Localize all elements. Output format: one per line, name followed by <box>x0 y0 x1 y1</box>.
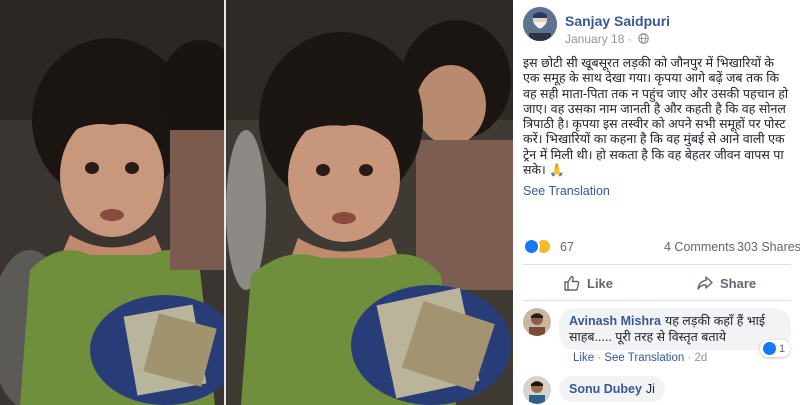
comment-reaction-badge[interactable]: 1 <box>760 340 791 357</box>
comment-bubble: Sonu Dubey Ji <box>559 376 665 402</box>
author-name[interactable]: Sanjay Saidpuri <box>565 13 670 29</box>
like-reaction-icon <box>523 238 540 255</box>
photo-panel-left <box>0 0 224 405</box>
author-avatar[interactable] <box>523 7 557 41</box>
girl-photo-right <box>226 0 513 405</box>
comment-age[interactable]: 2d <box>695 352 708 364</box>
divider <box>523 264 791 265</box>
comment-author[interactable]: Sonu Dubey <box>569 382 642 396</box>
shares-count[interactable]: 303 Shares <box>737 240 800 254</box>
share-button-label: Share <box>720 275 757 291</box>
thumbs-up-icon <box>564 275 580 291</box>
photo-panel-right <box>226 0 513 405</box>
post-date: January 18 · <box>565 32 649 46</box>
girl-photo-left <box>0 0 224 405</box>
commenter-avatar[interactable] <box>523 376 551 404</box>
comment-bubble: Avinash Mishra यह लड़की कहाँ हैं भाई साहब… <box>559 308 791 350</box>
comment: Avinash Mishra यह लड़की कहाँ हैं भाई साहब… <box>523 308 793 366</box>
post-panel: Sanjay Saidpuri January 18 · इस छोटी सी … <box>513 0 800 405</box>
like-reaction-icon <box>763 342 776 355</box>
comment: Sonu Dubey Ji <box>523 376 793 405</box>
commenter-avatar[interactable] <box>523 308 551 336</box>
globe-icon[interactable] <box>638 33 649 44</box>
comment-like-link[interactable]: Like <box>573 352 594 364</box>
reactions-summary[interactable]: 67 4 Comments 303 Shares <box>523 236 800 258</box>
post-date-text[interactable]: January 18 <box>565 32 624 46</box>
post-header: Sanjay Saidpuri January 18 · <box>523 7 793 46</box>
comment-author[interactable]: Avinash Mishra <box>569 314 661 328</box>
comment-see-translation-link[interactable]: See Translation <box>604 352 684 364</box>
comment-reaction-count: 1 <box>779 342 786 355</box>
comment-text: Ji <box>645 382 655 396</box>
reaction-count[interactable]: 67 <box>560 240 574 254</box>
share-button[interactable]: Share <box>696 268 756 298</box>
share-arrow-icon <box>697 276 713 290</box>
post-text: इस छोटी सी खूबसूरत लड़की को जौनपुर में भ… <box>523 56 789 178</box>
post-photo[interactable] <box>0 0 513 405</box>
like-button-label: Like <box>587 275 614 291</box>
see-translation-link[interactable]: See Translation <box>523 184 610 198</box>
reaction-icons <box>523 238 555 256</box>
comment-meta: Like · See Translation · 2d <box>573 352 708 364</box>
comments-count[interactable]: 4 Comments <box>664 240 735 254</box>
post-actions: Like Share <box>523 268 791 298</box>
like-button[interactable]: Like <box>563 268 613 298</box>
divider <box>523 300 791 301</box>
